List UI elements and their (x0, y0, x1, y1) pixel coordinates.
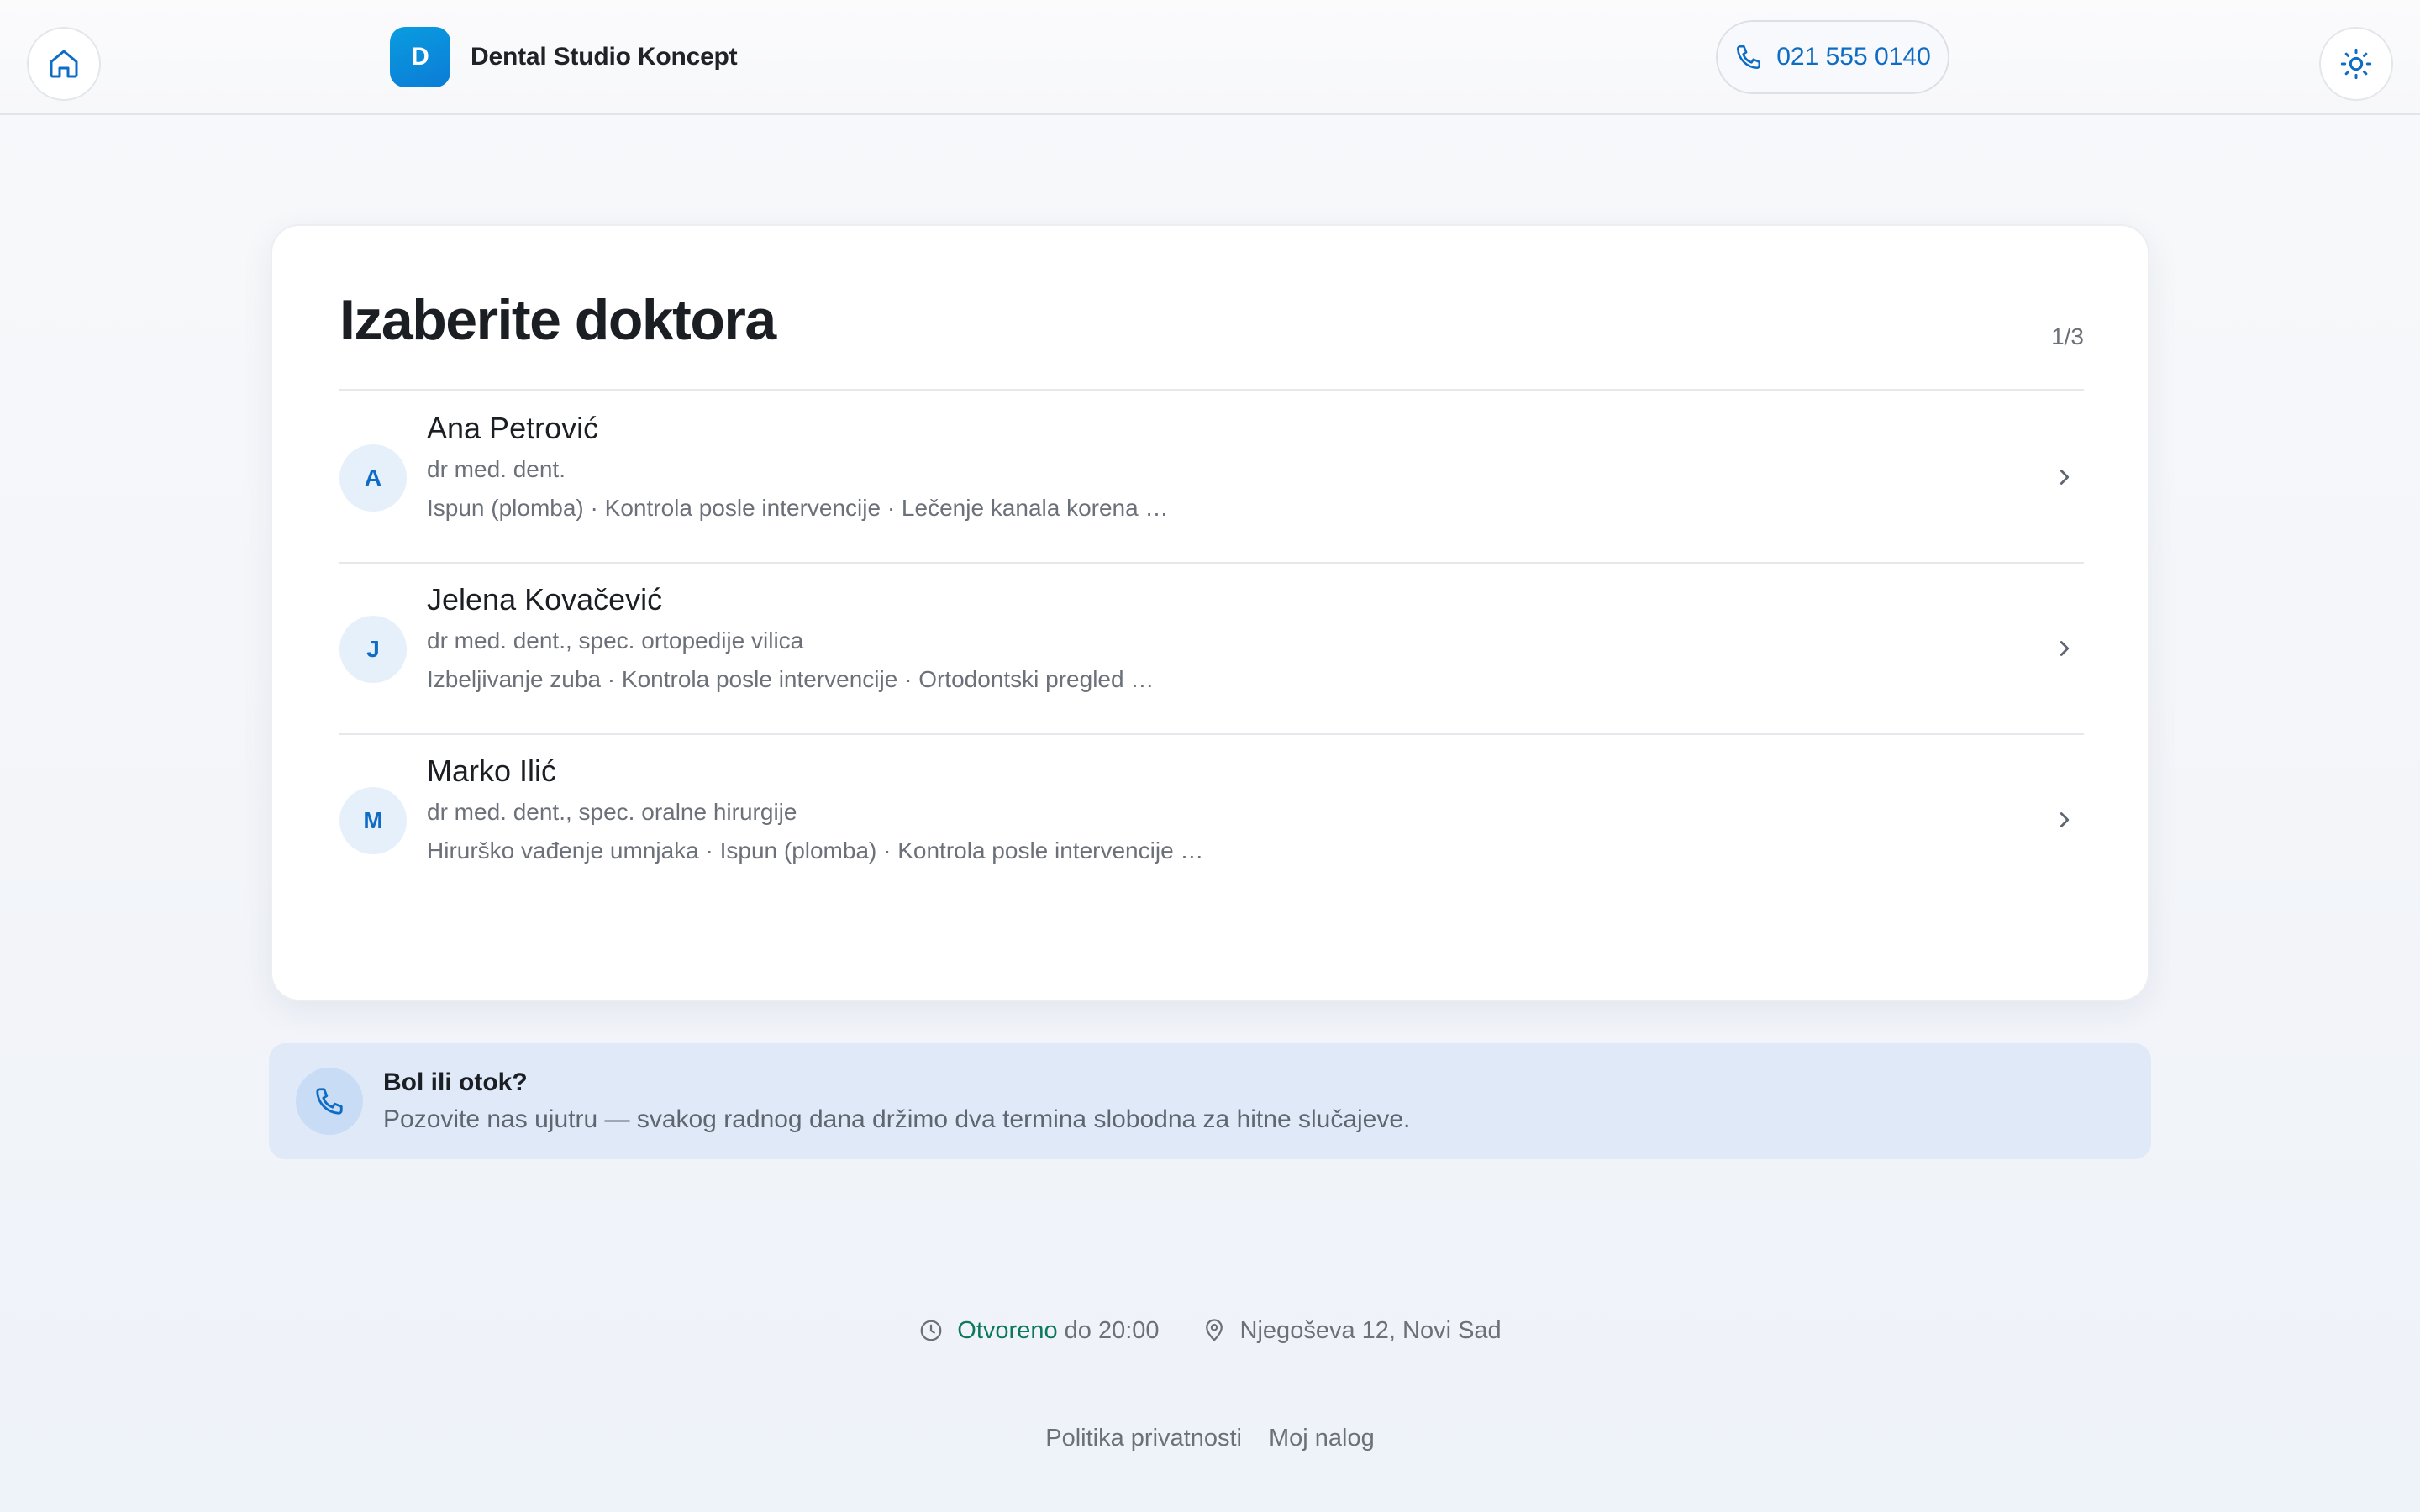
urgent-phone-button[interactable] (296, 1068, 363, 1135)
urgent-title: Bol ili otok? (383, 1068, 528, 1096)
clinic-info: Otvoreno do 20:00 Njegoševa 12, Novi Sad (0, 1312, 2420, 1349)
doctor-name: Jelena Kovačević (427, 582, 663, 617)
phone-number: 021 555 0140 (1776, 43, 1931, 71)
doctor-services: Izbeljivanje zuba · Kontrola posle inter… (427, 666, 1155, 692)
chevron-right-icon (2060, 812, 2070, 827)
doctor-services: Hirurško vađenje umnjaka · Ispun (plomba… (427, 837, 1204, 864)
theme-toggle-button[interactable] (2319, 27, 2393, 101)
doctor-title: dr med. dent. (427, 456, 566, 482)
phone-button[interactable]: 021 555 0140 (1716, 20, 1949, 94)
clinic-address: Njegoševa 12, Novi Sad (1202, 1317, 1502, 1345)
doctor-services: Ispun (plomba) · Kontrola posle interven… (427, 495, 1169, 521)
doctor-name: Marko Ilić (427, 753, 557, 788)
doctor-selection-card: Izaberite doktora 1/3 A Ana Petrović dr … (271, 224, 2149, 1001)
step-indicator: 1/3 (2051, 323, 2084, 349)
open-status: Otvoreno (957, 1316, 1058, 1344)
doctor-row-jelena-kovacevic[interactable]: J Jelena Kovačević dr med. dent., spec. … (339, 564, 2084, 735)
brand[interactable]: D Dental Studio Koncept (390, 27, 738, 87)
address-text: Njegoševa 12, Novi Sad (1239, 1316, 1502, 1344)
chevron-right-icon (2060, 470, 2070, 485)
my-account-link[interactable]: Moj nalog (1269, 1425, 1375, 1452)
home-icon (50, 50, 78, 78)
card-header: Izaberite doktora 1/3 (339, 226, 2084, 391)
doctor-row-ana-petrovic[interactable]: A Ana Petrović dr med. dent. Ispun (plom… (339, 392, 2084, 564)
phone-icon (1737, 45, 1761, 70)
doctor-title: dr med. dent., spec. ortopedije vilica (427, 627, 804, 654)
phone-icon (316, 1088, 343, 1115)
home-button[interactable] (27, 27, 101, 101)
doctor-row-marko-ilic[interactable]: M Marko Ilić dr med. dent., spec. oralne… (339, 735, 2084, 906)
doctor-title: dr med. dent., spec. oralne hirurgije (427, 799, 797, 825)
doctor-list: A Ana Petrović dr med. dent. Ispun (plom… (339, 392, 2084, 906)
urgent-text: Pozovite nas ujutru — svakog radnog dana… (383, 1105, 1411, 1133)
top-bar: D Dental Studio Koncept 021 555 0140 (0, 0, 2420, 115)
page-title: Izaberite doktora (339, 288, 776, 352)
avatar: J (339, 616, 407, 683)
opening-hours: Otvoreno do 20:00 (918, 1316, 1160, 1345)
brand-logo: D (390, 27, 450, 87)
brand-name: Dental Studio Koncept (471, 43, 738, 71)
chevron-right-icon (2060, 641, 2070, 656)
location-pin-icon (1205, 1319, 1223, 1341)
open-until: do 20:00 (1057, 1316, 1160, 1344)
clock-icon (920, 1320, 942, 1341)
sun-icon (2340, 48, 2372, 80)
urgent-care-banner: Bol ili otok? Pozovite nas ujutru — svak… (269, 1043, 2151, 1159)
footer-links: Politika privatnosti Moj nalog (0, 1425, 2420, 1452)
avatar: M (339, 787, 407, 854)
privacy-policy-link[interactable]: Politika privatnosti (1045, 1425, 1242, 1452)
doctor-name: Ana Petrović (427, 411, 599, 445)
avatar: A (339, 444, 407, 512)
